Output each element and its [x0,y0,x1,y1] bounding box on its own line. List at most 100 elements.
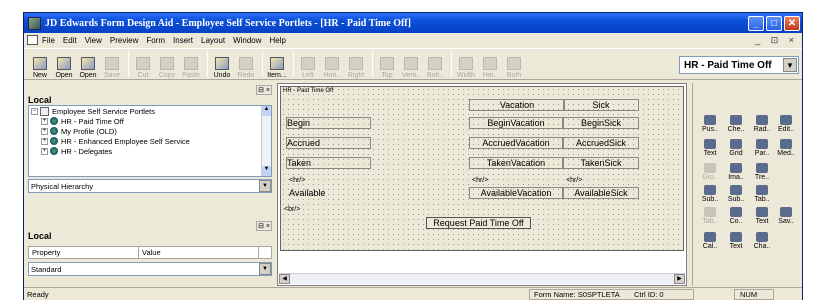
form-field[interactable]: AvailableVacation [469,187,563,199]
scroll-up-icon[interactable]: ▲ [262,106,271,116]
document-icon[interactable] [27,35,38,45]
palette-item[interactable]: Text [749,203,775,225]
collapse-icon[interactable]: − [31,107,38,115]
toolbar-button-redo[interactable]: Redo [235,49,257,79]
column-property[interactable]: Property [29,247,139,258]
palette-item[interactable]: Edit.. [773,111,799,133]
toolbar-button-same-size[interactable]: Both [503,49,525,79]
scroll-right-icon[interactable]: ▶ [674,274,685,284]
form-field[interactable]: BeginVacation [469,117,563,129]
expand-icon[interactable]: + [41,127,48,135]
palette-item[interactable]: Che.. [723,111,749,133]
form-field[interactable]: AccruedSick [563,137,639,149]
toolbar-button-align-left[interactable]: Left [297,49,319,79]
form-field[interactable]: BeginSick [563,117,639,129]
tree-node[interactable]: + HR - Enhanced Employee Self Service [29,136,271,146]
form-field[interactable]: Available [286,187,371,199]
toolbar-button-align-top[interactable]: Top [376,49,398,79]
menu-edit[interactable]: Edit [63,36,77,45]
menu-window[interactable]: Window [233,36,261,45]
form-field[interactable]: Accrued [286,137,371,149]
palette-item[interactable]: Tab.. [749,181,775,203]
palette-item[interactable]: Tab.. [697,203,723,225]
form-header[interactable]: Sick [563,99,639,111]
menu-help[interactable]: Help [270,36,286,45]
toolbar-button-item[interactable]: Item... [266,49,288,79]
palette-item[interactable]: Par.. [749,135,775,157]
palette-item[interactable]: Cha.. [749,228,775,250]
toolbar-button-undo[interactable]: Undo [211,49,233,79]
toolbar-button-align-vertical[interactable]: Verti.. [400,49,422,79]
palette-item[interactable]: Tre.. [749,159,775,181]
column-value[interactable]: Value [139,247,259,258]
mdi-window-controls[interactable]: _ ⊡ × [755,35,798,46]
palette-item[interactable]: Ima.. [723,159,749,181]
expand-icon[interactable]: + [41,137,48,145]
toolbar-button-open[interactable]: Open [77,49,99,79]
form-designer-canvas[interactable]: HR - Paid Time Off Vacation Sick Begin Begi… [277,83,687,286]
palette-item[interactable]: Text [723,228,749,250]
palette-item[interactable]: Sav.. [773,203,799,225]
chevron-down-icon[interactable]: ▼ [783,58,797,72]
title-bar[interactable]: JD Edwards Form Design Aid - Employee Se… [24,13,802,33]
palette-item[interactable]: Sub.. [723,181,749,203]
tree-node[interactable]: + HR - Paid Time Off [29,116,271,126]
property-set-select[interactable]: Standard ▼ [28,262,272,276]
form-surface[interactable]: HR - Paid Time Off Vacation Sick Begin Begi… [280,86,684,251]
menu-form[interactable]: Form [146,36,165,45]
palette-item[interactable]: Co.. [723,203,749,225]
toolbar-button-align-bottom[interactable]: Bott.. [424,49,446,79]
form-field[interactable]: Taken [286,157,371,169]
toolbar-button-open[interactable]: Open [53,49,75,79]
menu-insert[interactable]: Insert [173,36,193,45]
palette-item[interactable]: Cal.. [697,228,723,250]
tree-node[interactable]: + My Profile (OLD) [29,126,271,136]
designer-horizontal-scrollbar[interactable]: ◀ ▶ [279,273,685,284]
toolbar-button-save[interactable]: Save [101,49,123,79]
maximize-button[interactable]: □ [766,15,782,31]
tree-vertical-scrollbar[interactable]: ▲ ▼ [261,106,271,176]
form-rule[interactable]: <br/> [281,204,341,214]
expand-icon[interactable]: + [41,117,48,125]
minimize-button[interactable]: _ [748,15,764,31]
scroll-left-icon[interactable]: ◀ [279,274,290,284]
tree-node[interactable]: − Employee Self Service Portlets [29,106,271,116]
menu-file[interactable]: File [42,36,55,45]
toolbar-button-align-horizontal[interactable]: Hori.. [321,49,343,79]
toolbar-button-align-right[interactable]: Right [345,49,367,79]
form-field[interactable]: AvailableSick [563,187,639,199]
chevron-down-icon[interactable]: ▼ [259,180,271,192]
toolbar-button-cut[interactable]: Cut [132,49,154,79]
view-select[interactable]: Physical Hierarchy ▼ [28,179,272,193]
palette-item[interactable]: Pus.. [697,111,723,133]
chevron-down-icon[interactable]: ▼ [259,263,271,275]
toolbar-button-new[interactable]: New [29,49,51,79]
request-paid-time-off-button[interactable]: Request Paid Time Off [426,217,531,229]
form-field[interactable]: Begin [286,117,371,129]
form-field[interactable]: TakenVacation [469,157,563,169]
menu-view[interactable]: View [85,36,102,45]
toolbar-button-same-height[interactable]: Hei.. [479,49,501,79]
palette-item[interactable]: Med.. [773,135,799,157]
palette-item[interactable]: Grid [723,135,749,157]
pane-close-icon[interactable]: ⊟ × [256,85,272,95]
toolbar-button-same-width[interactable]: Width [455,49,477,79]
form-rule[interactable]: <hr/> [469,175,563,185]
close-button[interactable]: ✕ [784,15,800,31]
scroll-down-icon[interactable]: ▼ [262,166,271,176]
form-field[interactable]: TakenSick [563,157,639,169]
menu-preview[interactable]: Preview [110,36,138,45]
palette-item[interactable]: Sub.. [697,181,723,203]
form-field[interactable]: AccruedVacation [469,137,563,149]
pane-close-icon[interactable]: ⊟ × [256,221,272,231]
form-select-dropdown[interactable]: HR - Paid Time Off ▼ [679,56,799,74]
toolbar-button-paste[interactable]: Paste [180,49,202,79]
form-header[interactable]: Vacation [469,99,565,111]
palette-item[interactable]: Gro.. [697,159,723,181]
expand-icon[interactable]: + [41,147,48,155]
toolbar-button-copy[interactable]: Copy [156,49,178,79]
palette-item[interactable]: Rad.. [749,111,775,133]
form-rule[interactable]: <hr/> [286,175,371,185]
palette-item[interactable]: Text [697,135,723,157]
tree-node[interactable]: + HR - Delegates [29,146,271,156]
